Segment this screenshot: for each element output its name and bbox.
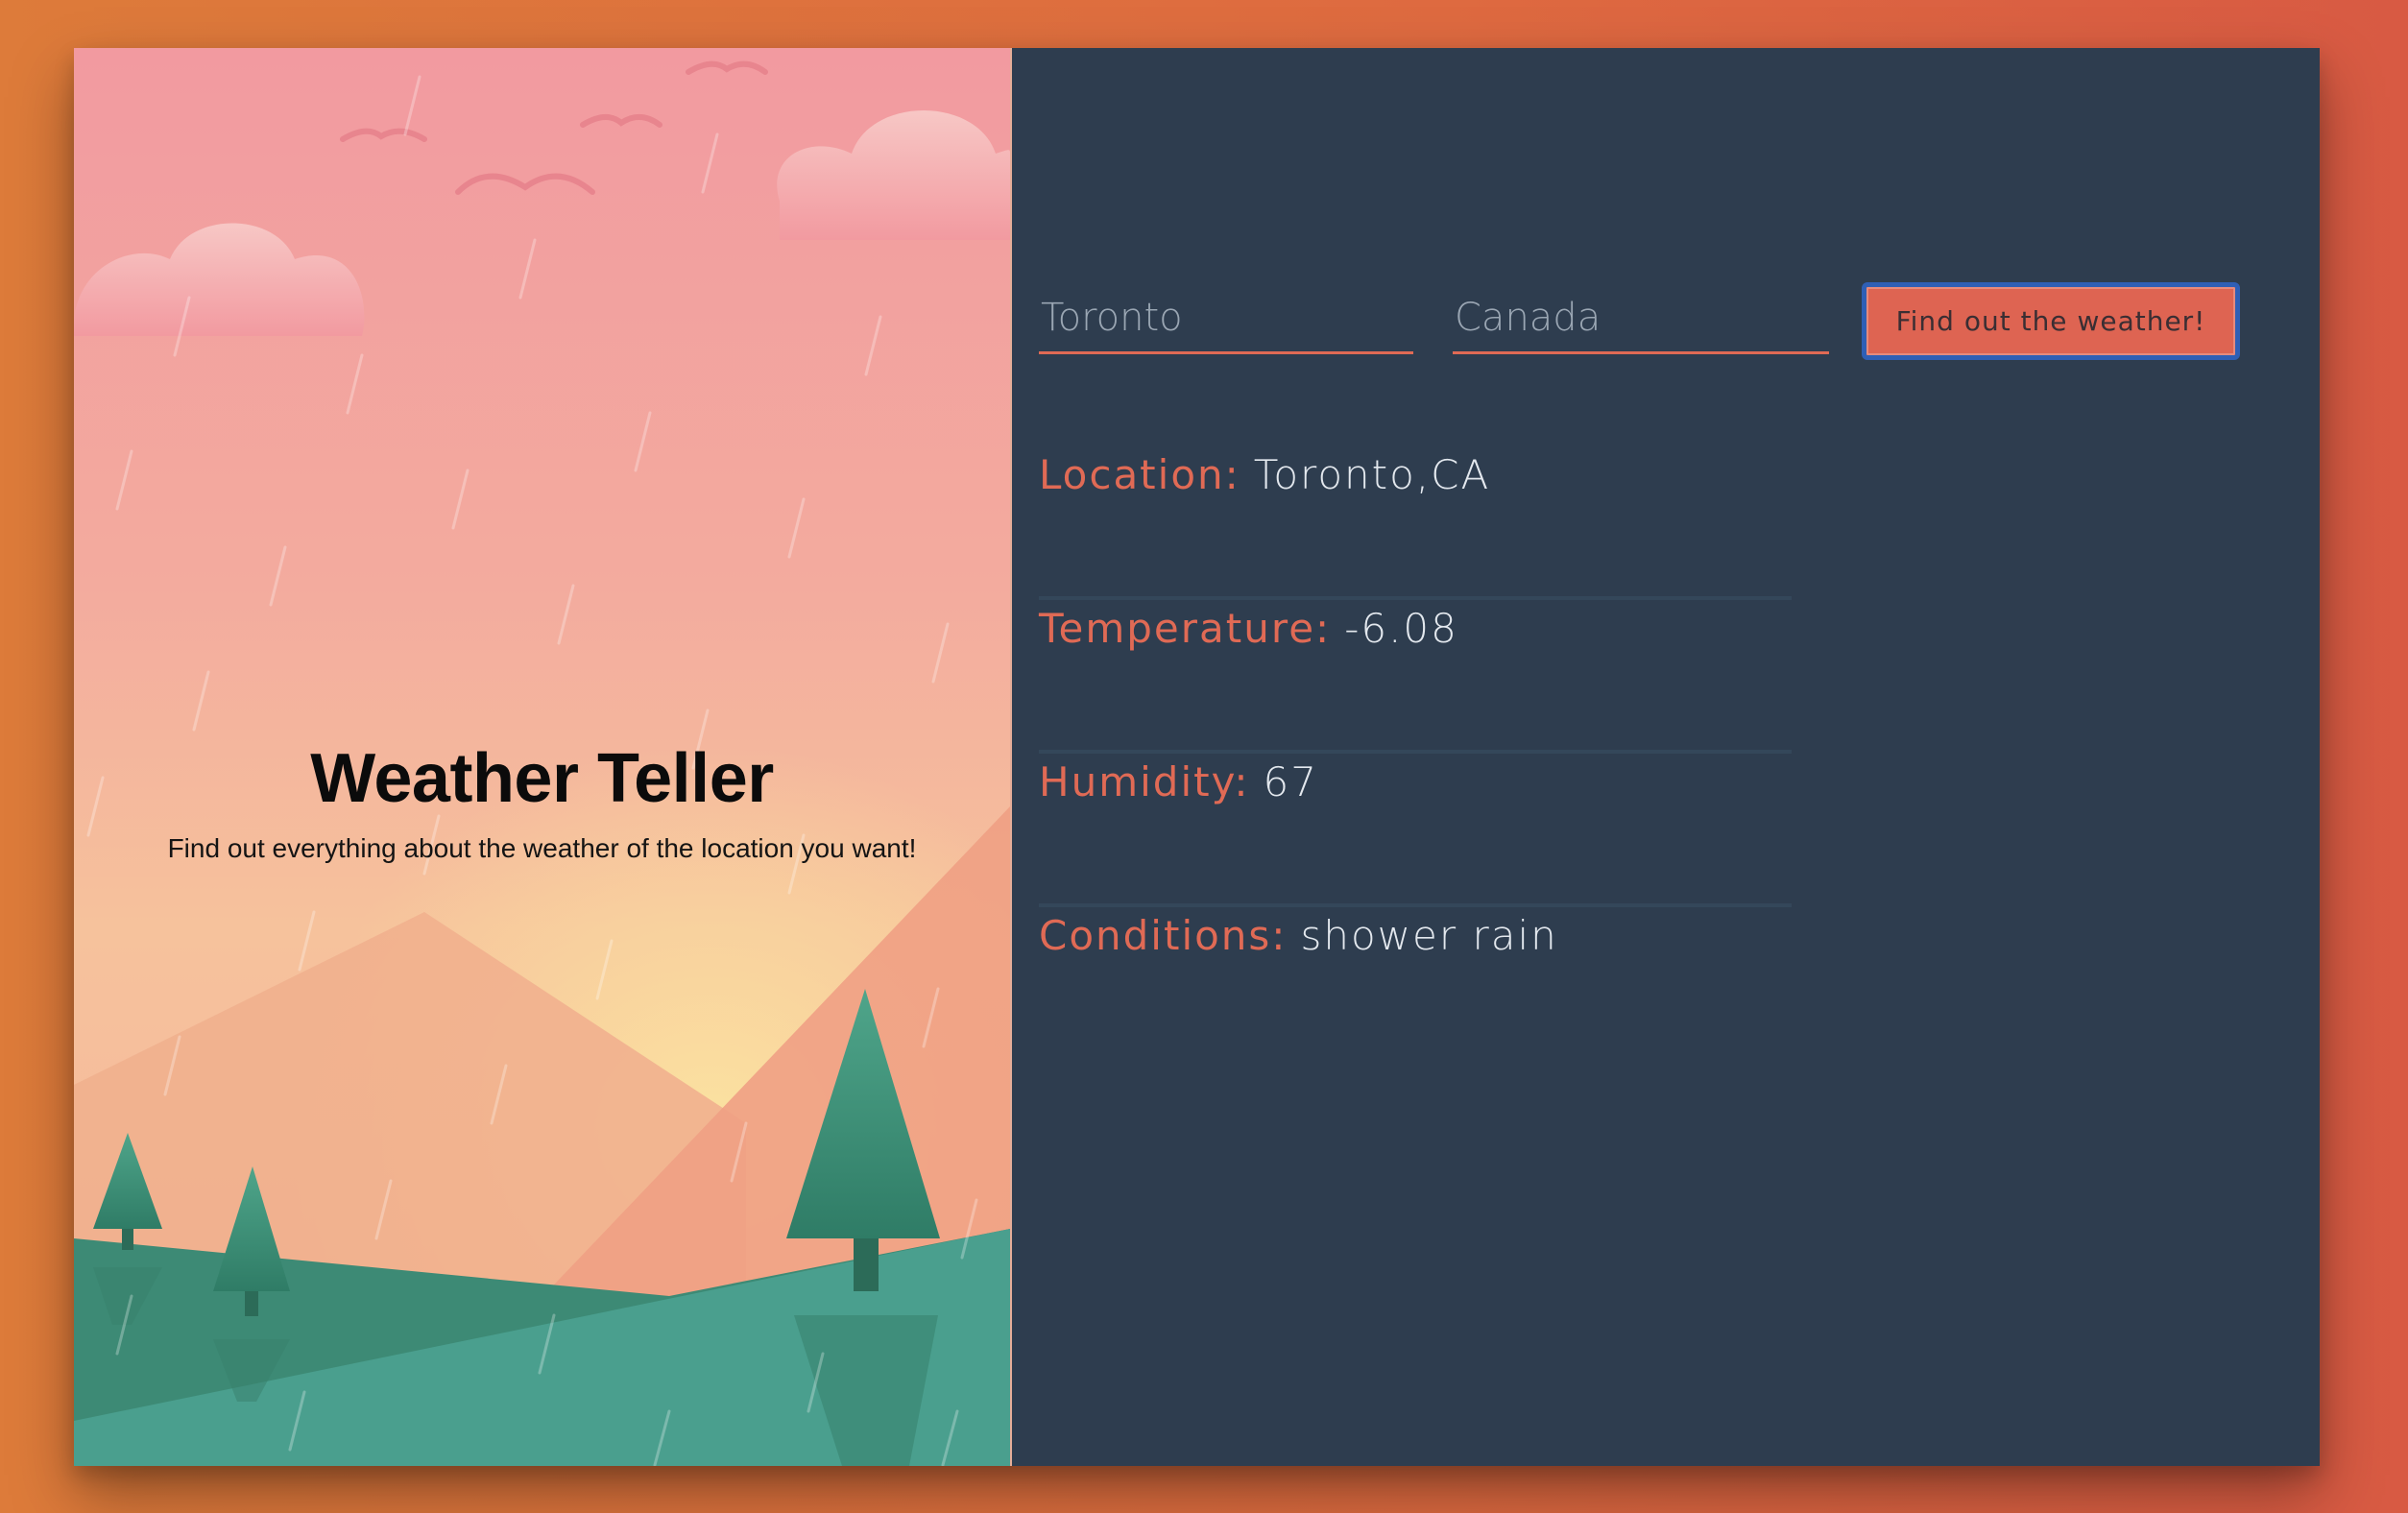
temperature-value: -6.08 — [1344, 605, 1458, 652]
location-value: Toronto,CA — [1253, 451, 1491, 498]
humidity-row: Humidity: 67 — [1039, 754, 1792, 907]
app-card: Weather Teller Find out everything about… — [74, 48, 2320, 1466]
humidity-label: Humidity: — [1039, 758, 1250, 805]
country-input[interactable] — [1453, 283, 1829, 354]
temperature-row: Temperature: -6.08 — [1039, 600, 1792, 754]
hero-panel: Weather Teller Find out everything about… — [74, 48, 1010, 1466]
conditions-value: shower rain — [1300, 912, 1558, 959]
hero-text: Weather Teller Find out everything about… — [74, 739, 1010, 864]
weather-panel: Find out the weather! Location: Toronto,C… — [1012, 48, 2320, 1466]
app-title: Weather Teller — [310, 740, 774, 817]
city-input[interactable] — [1039, 283, 1413, 354]
location-row: Location: Toronto,CA — [1039, 446, 1792, 600]
app-subtitle: Find out everything about the weather of… — [167, 833, 917, 863]
location-label: Location: — [1039, 451, 1240, 498]
conditions-label: Conditions: — [1039, 912, 1288, 959]
humidity-value: 67 — [1263, 758, 1318, 805]
temperature-label: Temperature: — [1039, 605, 1332, 652]
conditions-row: Conditions: shower rain — [1039, 907, 1792, 1061]
find-weather-button[interactable]: Find out the weather! — [1862, 282, 2240, 360]
